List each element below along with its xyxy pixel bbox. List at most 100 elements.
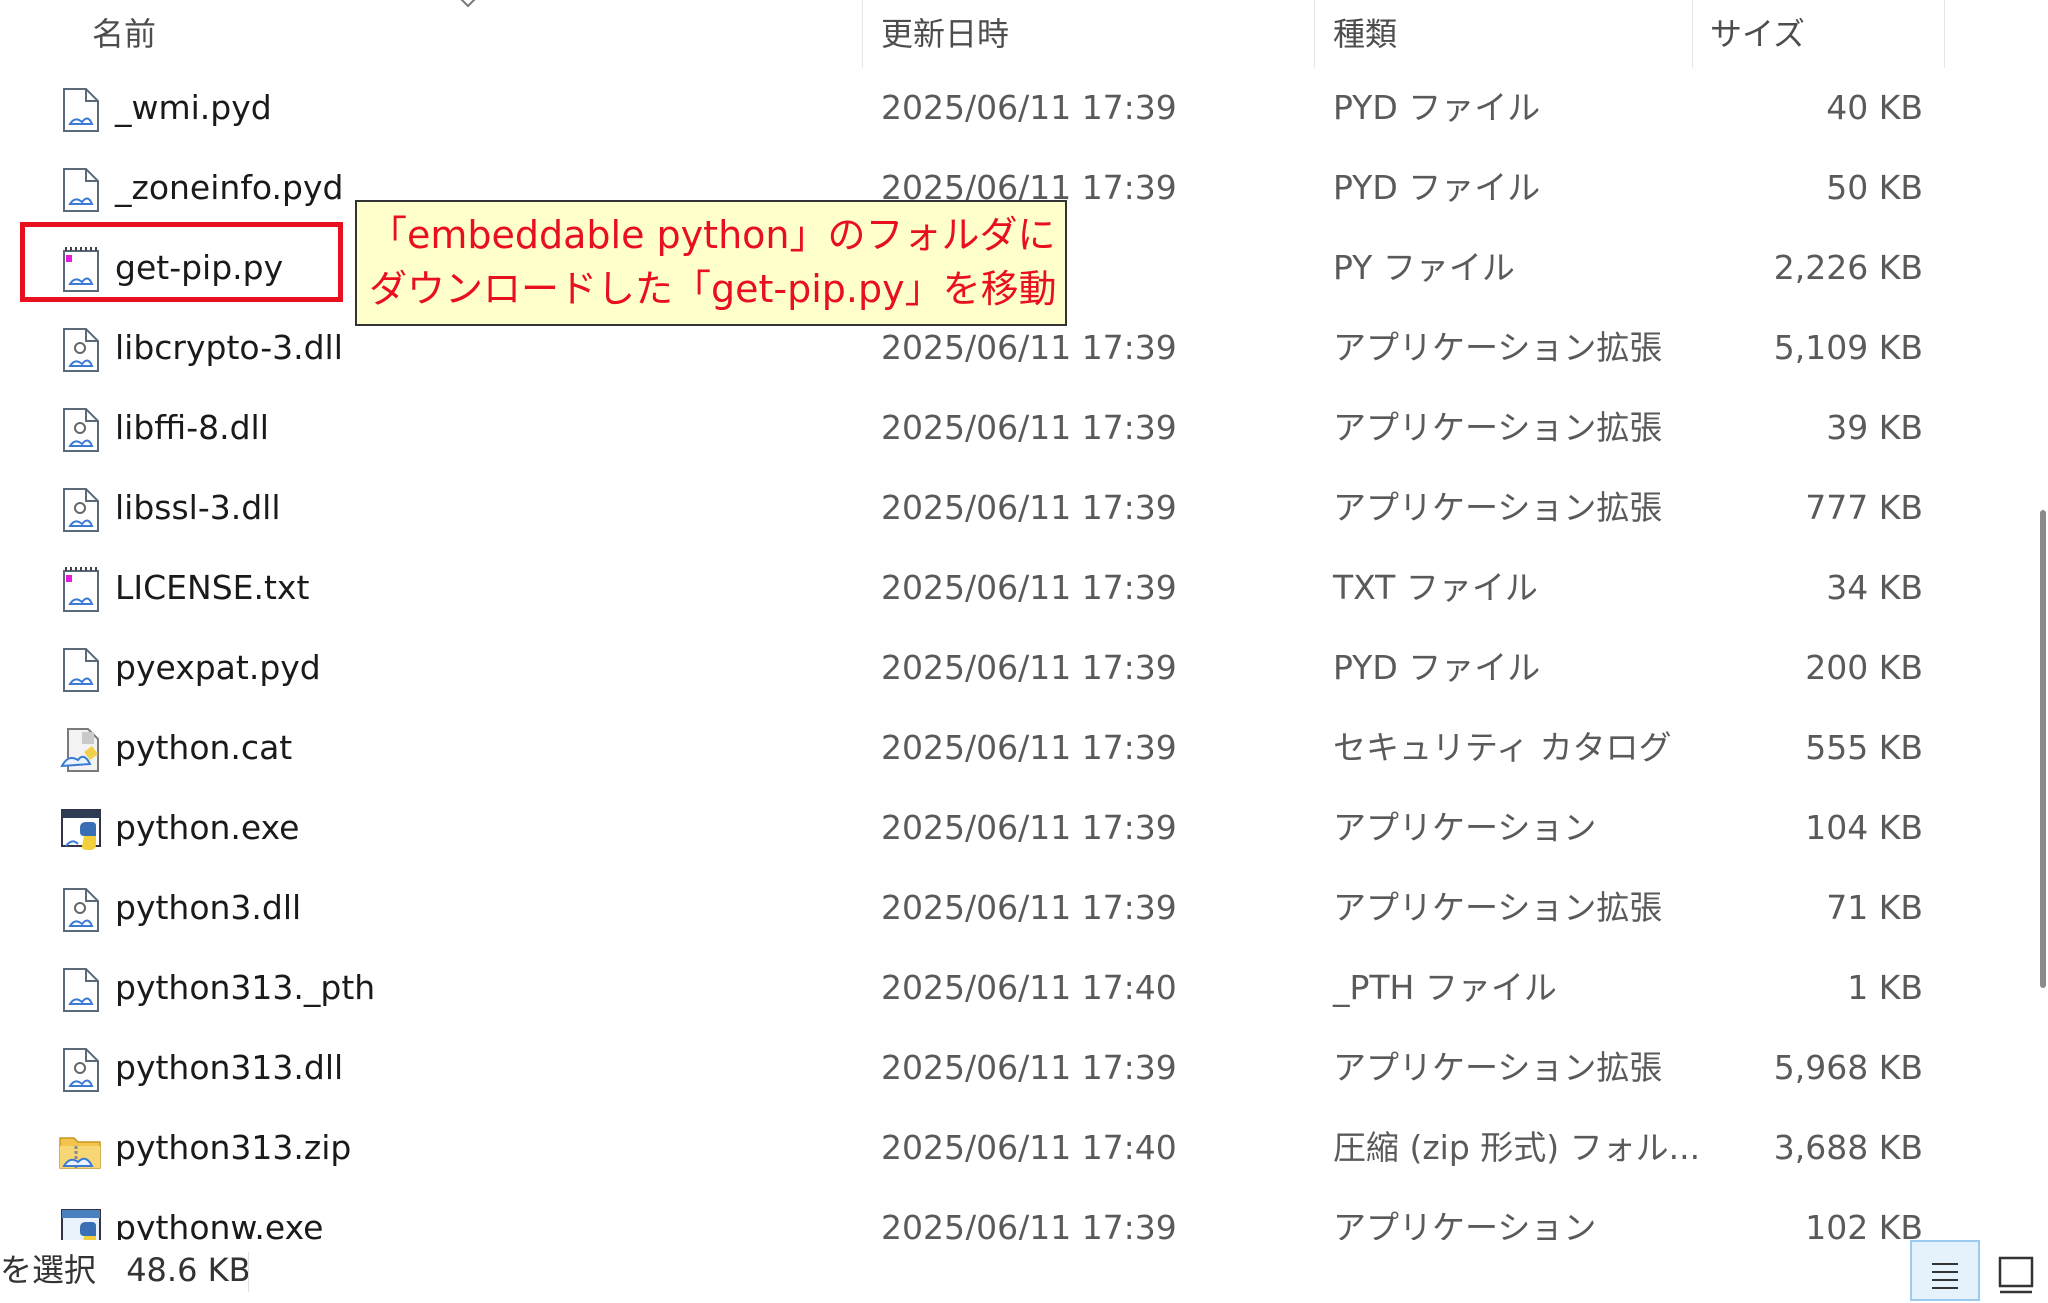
file-type: アプリケーション拡張	[1333, 328, 1663, 367]
sort-ascending-icon	[460, 0, 476, 8]
file-size: 40 KB	[1826, 88, 1923, 127]
file-name: libcrypto-3.dll	[115, 328, 343, 367]
dll-file-icon	[58, 486, 102, 534]
file-row[interactable]: _wmi.pyd 2025/06/11 17:39 PYD ファイル 40 KB	[0, 68, 2030, 148]
file-modified-date: 2025/06/11 17:39	[881, 1048, 1177, 1087]
file-name: libssl-3.dll	[115, 488, 281, 527]
file-row[interactable]: python.exe 2025/06/11 17:39 アプリケーション 104 KB	[0, 788, 2030, 868]
column-header-type[interactable]: 種類	[1333, 0, 1397, 68]
column-divider[interactable]	[1944, 0, 1945, 68]
file-modified-date: 2025/06/11 17:40	[881, 1128, 1177, 1167]
annotation-callout: 「embeddable python」のフォルダに ダウンロードした「get-p…	[355, 200, 1067, 326]
notepad-file-icon	[58, 566, 102, 614]
status-selection-label: を選択	[0, 1251, 97, 1289]
highlight-frame	[20, 222, 343, 302]
file-size: 50 KB	[1826, 168, 1923, 207]
column-header-size[interactable]: サイズ	[1710, 0, 1805, 68]
file-modified-date: 2025/06/11 17:39	[881, 568, 1177, 607]
file-row[interactable]: python.cat 2025/06/11 17:39 セキュリティ カタログ 555…	[0, 708, 2030, 788]
details-view-icon	[1932, 1263, 1958, 1289]
file-size: 71 KB	[1826, 888, 1923, 927]
file-size: 555 KB	[1805, 728, 1923, 767]
file-modified-date: 2025/06/11 17:39	[881, 808, 1177, 847]
file-type: アプリケーション拡張	[1333, 408, 1663, 447]
file-type: アプリケーション拡張	[1333, 488, 1663, 527]
file-name: python313.zip	[115, 1128, 352, 1167]
generic-file-icon	[58, 966, 102, 1014]
file-name: _zoneinfo.pyd	[115, 168, 344, 207]
file-name: pyexpat.pyd	[115, 648, 321, 687]
file-size: 5,968 KB	[1773, 1048, 1923, 1087]
file-size: 777 KB	[1805, 488, 1923, 527]
file-size: 2,226 KB	[1773, 248, 1923, 287]
file-type: アプリケーション拡張	[1333, 888, 1663, 927]
file-row[interactable]: LICENSE.txt 2025/06/11 17:39 TXT ファイル 34 KB	[0, 548, 2030, 628]
generic-file-icon	[58, 166, 102, 214]
status-divider	[248, 1252, 249, 1292]
file-modified-date: 2025/06/11 17:40	[881, 968, 1177, 1007]
python-exe-icon	[58, 806, 102, 854]
large-icons-view-icon	[1998, 1256, 2034, 1294]
file-row[interactable]: pyexpat.pyd 2025/06/11 17:39 PYD ファイル 200 K…	[0, 628, 2030, 708]
file-type: TXT ファイル	[1333, 568, 1538, 607]
file-type: PYD ファイル	[1333, 648, 1541, 687]
column-header-name[interactable]: 名前	[92, 0, 156, 68]
file-row[interactable]: python3.dll 2025/06/11 17:39 アプリケーション拡張 71 …	[0, 868, 2030, 948]
file-name: python.cat	[115, 728, 293, 767]
status-selection-size: 48.6 KB	[126, 1251, 251, 1289]
file-name: LICENSE.txt	[115, 568, 310, 607]
file-modified-date: 2025/06/11 17:39	[881, 888, 1177, 927]
file-row[interactable]: libssl-3.dll 2025/06/11 17:39 アプリケーション拡張 77…	[0, 468, 2030, 548]
file-name: _wmi.pyd	[115, 88, 272, 127]
details-view-button[interactable]	[1910, 1240, 1980, 1301]
column-divider[interactable]	[1314, 0, 1315, 68]
file-size: 39 KB	[1826, 408, 1923, 447]
file-row[interactable]: python313._pth 2025/06/11 17:40 _PTH ファイル 1…	[0, 948, 2030, 1028]
column-header-modified[interactable]: 更新日時	[881, 0, 1009, 68]
dll-file-icon	[58, 406, 102, 454]
dll-file-icon	[58, 326, 102, 374]
file-row[interactable]: python313.zip 2025/06/11 17:40 圧縮 (zip 形式)…	[0, 1108, 2030, 1188]
scrollbar-thumb[interactable]	[2040, 510, 2046, 988]
file-type: 圧縮 (zip 形式) フォル...	[1333, 1128, 1701, 1167]
file-modified-date: 2025/06/11 17:39	[881, 488, 1177, 527]
file-type: PY ファイル	[1333, 248, 1515, 287]
column-header-bar: 名前 更新日時 種類 サイズ	[0, 0, 2048, 68]
generic-file-icon	[58, 646, 102, 694]
security-catalog-icon	[58, 726, 102, 774]
file-row[interactable]: libffi-8.dll 2025/06/11 17:39 アプリケーション拡張 39…	[0, 388, 2030, 468]
file-name: python313.dll	[115, 1048, 344, 1087]
file-modified-date: 2025/06/11 17:39	[881, 88, 1177, 127]
file-row[interactable]: python313.dll 2025/06/11 17:39 アプリケーション拡張 5…	[0, 1028, 2030, 1108]
column-divider[interactable]	[1692, 0, 1693, 68]
file-name: python3.dll	[115, 888, 302, 927]
file-size: 104 KB	[1805, 808, 1923, 847]
file-type: PYD ファイル	[1333, 88, 1541, 127]
file-modified-date: 2025/06/11 17:39	[881, 648, 1177, 687]
file-size: 34 KB	[1826, 568, 1923, 607]
file-type: セキュリティ カタログ	[1333, 728, 1672, 767]
file-type: _PTH ファイル	[1333, 968, 1557, 1007]
generic-file-icon	[58, 86, 102, 134]
file-size: 5,109 KB	[1773, 328, 1923, 367]
status-bar: を選択 48.6 KB	[0, 1240, 2048, 1301]
column-divider[interactable]	[862, 0, 863, 68]
file-size: 200 KB	[1805, 648, 1923, 687]
file-name: python.exe	[115, 808, 300, 847]
file-type: アプリケーション	[1333, 808, 1597, 847]
file-modified-date: 2025/06/11 17:39	[881, 728, 1177, 767]
callout-line-2: ダウンロードした「get-pip.py」を移動	[369, 267, 1057, 311]
status-selection: を選択 48.6 KB	[0, 1240, 251, 1301]
file-type: アプリケーション拡張	[1333, 1048, 1663, 1087]
zip-folder-icon	[58, 1126, 102, 1174]
dll-file-icon	[58, 886, 102, 934]
file-size: 3,688 KB	[1773, 1128, 1923, 1167]
file-type: PYD ファイル	[1333, 168, 1541, 207]
file-size: 1 KB	[1847, 968, 1923, 1007]
file-name: libffi-8.dll	[115, 408, 269, 447]
callout-line-1: 「embeddable python」のフォルダに	[369, 213, 1056, 257]
tiles-view-button[interactable]	[1990, 1248, 2044, 1298]
file-name: python313._pth	[115, 968, 376, 1007]
file-modified-date: 2025/06/11 17:39	[881, 408, 1177, 447]
dll-file-icon	[58, 1046, 102, 1094]
